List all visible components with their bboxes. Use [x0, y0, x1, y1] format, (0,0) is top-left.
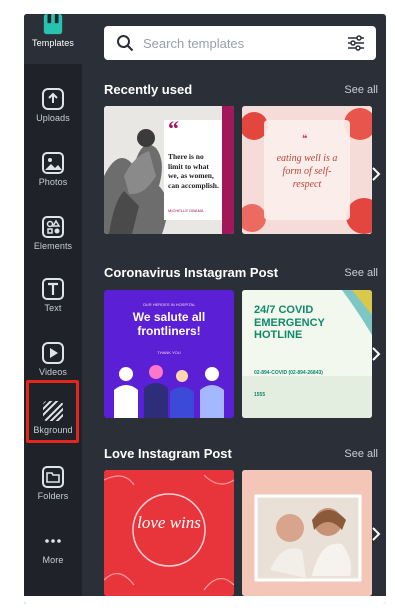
covid-title: 24/7 COVID EMERGENCY HOTLINE: [254, 304, 325, 341]
template-card-eating[interactable]: ❝ eating well is a form of self-respect: [242, 106, 372, 234]
sidebar-item-elements[interactable]: Elements: [24, 210, 82, 270]
shapes-icon: [42, 216, 64, 238]
more-dots-icon: [42, 530, 64, 552]
see-all-link[interactable]: See all: [344, 267, 378, 279]
template-card-salute[interactable]: OUR HEROES IN HOSPITAL We salute all fro…: [104, 290, 234, 418]
chevron-right-icon[interactable]: [370, 166, 382, 182]
sidebar-item-label: Templates: [32, 38, 74, 48]
salute-tag: THANK YOU: [157, 350, 181, 355]
script-text: eating well is a form of self-respect: [276, 153, 338, 190]
editor-panel: Templates Uploads Photos Elements Text V…: [24, 14, 386, 604]
sidebar-item-uploads[interactable]: Uploads: [24, 82, 82, 142]
template-card-covid[interactable]: 24/7 COVID EMERGENCY HOTLINE 02-894-COVI…: [242, 290, 372, 418]
search-bar[interactable]: Search templates: [104, 26, 376, 60]
section-title: Love Instagram Post: [104, 446, 232, 461]
section-title: Coronavirus Instagram Post: [104, 265, 279, 280]
template-card-love[interactable]: love wins: [104, 470, 234, 596]
sidebar-item-folders[interactable]: Folders: [24, 460, 82, 520]
sidebar-item-label: Uploads: [36, 113, 70, 123]
heart-quote-icon: ❝: [302, 134, 308, 145]
frontliners-illustration: [114, 365, 224, 418]
chevron-right-icon[interactable]: [370, 526, 382, 542]
background-highlight-box: [26, 380, 79, 443]
sidebar-item-label: Photos: [38, 177, 68, 187]
text-icon: [42, 278, 64, 300]
template-card-babies[interactable]: [242, 470, 372, 596]
sidebar-item-label: Elements: [33, 241, 73, 251]
template-card-quote[interactable]: “ There is no limit to what we, as women…: [104, 106, 234, 234]
see-all-link[interactable]: See all: [344, 84, 378, 96]
see-all-link[interactable]: See all: [344, 448, 378, 460]
quote-credit: MICHELLE OBAMA: [168, 208, 204, 213]
search-input[interactable]: Search templates: [143, 36, 346, 51]
photo-icon: [42, 152, 64, 174]
sidebar-item-label: Folders: [37, 491, 69, 501]
sidebar-item-templates[interactable]: Templates: [24, 14, 82, 64]
sidebar-item-label: More: [42, 555, 64, 565]
sidebar-item-more[interactable]: More: [24, 524, 82, 584]
section-title: Recently used: [104, 82, 193, 97]
upload-cloud-icon: [42, 88, 64, 110]
folder-icon: [42, 466, 64, 488]
salute-small: OUR HEROES IN HOSPITAL: [142, 302, 196, 307]
sidebar-item-label: Videos: [39, 367, 67, 377]
salute-text: We salute all frontliners!: [132, 310, 206, 338]
templates-icon: [42, 14, 64, 36]
babies-photo: [242, 470, 372, 596]
sidebar-item-photos[interactable]: Photos: [24, 146, 82, 206]
love-pattern: [104, 470, 234, 596]
search-icon: [117, 35, 134, 52]
quote-text: There is no limit to what we, as women, …: [168, 152, 219, 190]
love-text: love wins: [137, 513, 201, 532]
sidebar-item-label: Text: [44, 303, 62, 313]
covid-line2: 1555: [254, 392, 266, 398]
sidebar-item-text[interactable]: Text: [24, 272, 82, 332]
magenta-stripe: [222, 106, 234, 234]
covid-line1: 02-894-COVID (02-894-26843): [254, 370, 323, 376]
sidebar: Templates Uploads Photos Elements Text V…: [24, 14, 82, 604]
quote-mark: “: [168, 116, 179, 141]
play-icon: [42, 342, 64, 364]
chevron-right-icon[interactable]: [370, 346, 382, 362]
filter-icon[interactable]: [346, 34, 366, 52]
